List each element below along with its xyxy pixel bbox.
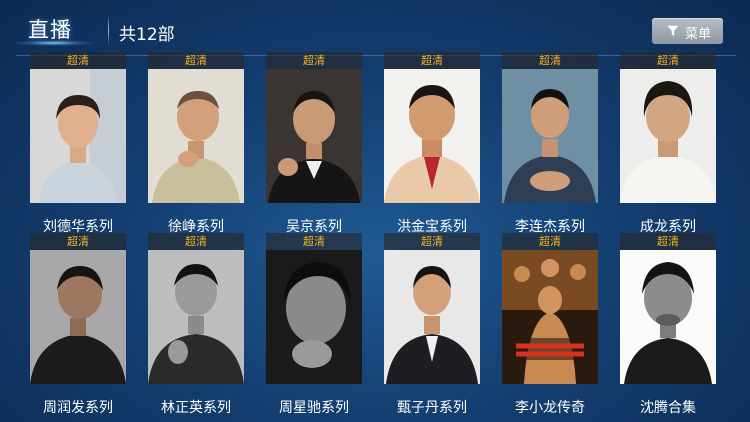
series-title: 李小龙传奇 (515, 400, 585, 416)
poster-image (620, 250, 716, 384)
series-title: 林正英系列 (161, 400, 231, 416)
hd-badge: 超清 (620, 233, 716, 250)
series-title: 沈腾合集 (640, 400, 696, 416)
hd-badge: 超清 (30, 233, 126, 250)
series-title: 甄子丹系列 (397, 400, 467, 416)
menu-button-label: 菜单 (685, 27, 712, 42)
poster-image (148, 250, 244, 384)
hd-badge: 超清 (384, 233, 480, 250)
poster-image (384, 250, 480, 384)
poster-image (384, 69, 480, 203)
filter-icon (667, 25, 679, 36)
poster-image (30, 69, 126, 203)
header-divider (108, 14, 109, 46)
hd-badge: 超清 (266, 233, 362, 250)
hd-badge: 超清 (148, 52, 244, 69)
poster-image (502, 250, 598, 384)
series-title: 周星驰系列 (279, 400, 349, 416)
poster-image (30, 250, 126, 384)
hd-badge: 超清 (502, 52, 598, 69)
hd-badge: 超清 (266, 52, 362, 69)
hd-badge: 超清 (148, 233, 244, 250)
poster-image (266, 69, 362, 203)
hd-badge: 超清 (620, 52, 716, 69)
title-underline-glow (14, 40, 94, 46)
hd-badge: 超清 (384, 52, 480, 69)
poster-image (266, 250, 362, 384)
poster-image (502, 69, 598, 203)
hd-badge: 超清 (30, 52, 126, 69)
menu-button[interactable]: 菜单 (652, 18, 723, 44)
top-bar: 直播 共12部 菜单 (0, 0, 750, 58)
poster-image (620, 69, 716, 203)
item-count: 共12部 (119, 25, 175, 45)
poster-image (148, 69, 244, 203)
hd-badge: 超清 (502, 233, 598, 250)
series-title: 周润发系列 (43, 400, 113, 416)
